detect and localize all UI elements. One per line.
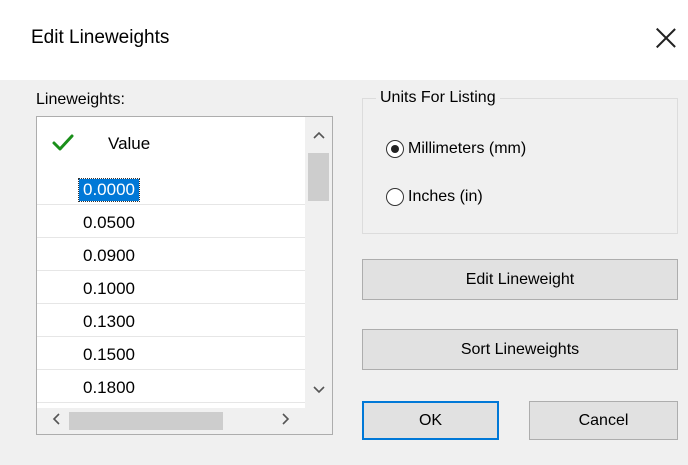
chevron-right-icon (282, 413, 290, 425)
sort-lineweights-button[interactable]: Sort Lineweights (362, 329, 678, 370)
checkmark-icon (52, 134, 74, 151)
scrollbar-corner (305, 408, 332, 434)
ok-button[interactable]: OK (362, 401, 499, 440)
chevron-down-icon (312, 386, 325, 394)
horizontal-scroll-thumb[interactable] (69, 412, 223, 430)
radio-button[interactable] (386, 188, 404, 206)
list-item[interactable]: 0.1000 (37, 271, 305, 304)
chevron-left-icon (52, 413, 60, 425)
lineweight-rows: 0.0000 0.0500 0.0900 0.1000 0.1300 0.150… (37, 172, 305, 403)
radio-inches[interactable]: Inches (in) (386, 188, 483, 206)
horizontal-scrollbar[interactable] (37, 408, 305, 434)
list-item[interactable]: 0.0500 (37, 205, 305, 238)
lineweights-list[interactable]: Value 0.0000 0.0500 0.0900 0.1000 0.1300… (36, 116, 333, 435)
scroll-up-icon[interactable] (305, 121, 332, 147)
dialog-title: Edit Lineweights (31, 27, 170, 48)
list-item[interactable]: 0.1300 (37, 304, 305, 337)
cancel-button[interactable]: Cancel (529, 401, 678, 440)
lineweight-value: 0.0900 (83, 246, 135, 265)
list-item[interactable]: 0.0000 (37, 172, 305, 205)
title-bar: Edit Lineweights (0, 0, 688, 80)
edit-lineweights-dialog: Edit Lineweights Lineweights: Value 0.00… (0, 0, 688, 465)
list-item[interactable]: 0.1500 (37, 337, 305, 370)
lineweight-value: 0.1300 (83, 312, 135, 331)
units-group-title: Units For Listing (376, 89, 500, 107)
lineweights-label: Lineweights: (36, 91, 125, 108)
radio-label-inches: Inches (in) (408, 188, 483, 205)
list-header[interactable]: Value (37, 117, 305, 172)
lineweight-value: 0.1800 (83, 378, 135, 397)
vertical-scrollbar[interactable] (305, 117, 332, 408)
value-column-header: Value (108, 134, 151, 153)
radio-button-selected[interactable] (386, 140, 404, 158)
units-group (362, 98, 678, 234)
scroll-right-icon[interactable] (273, 408, 299, 434)
scroll-left-icon[interactable] (43, 408, 69, 434)
lineweight-value: 0.1500 (83, 345, 135, 364)
edit-lineweight-button[interactable]: Edit Lineweight (362, 259, 678, 300)
lineweight-value: 0.0000 (78, 178, 140, 202)
chevron-up-icon (312, 131, 325, 139)
close-icon[interactable] (646, 18, 686, 58)
lineweight-value: 0.0500 (83, 213, 135, 232)
list-item[interactable]: 0.0900 (37, 238, 305, 271)
list-item[interactable]: 0.1800 (37, 370, 305, 403)
radio-millimeters[interactable]: Millimeters (mm) (386, 140, 526, 158)
lineweight-value: 0.1000 (83, 279, 135, 298)
scroll-down-icon[interactable] (305, 376, 332, 402)
radio-label-millimeters: Millimeters (mm) (408, 140, 527, 157)
vertical-scroll-thumb[interactable] (308, 153, 329, 201)
